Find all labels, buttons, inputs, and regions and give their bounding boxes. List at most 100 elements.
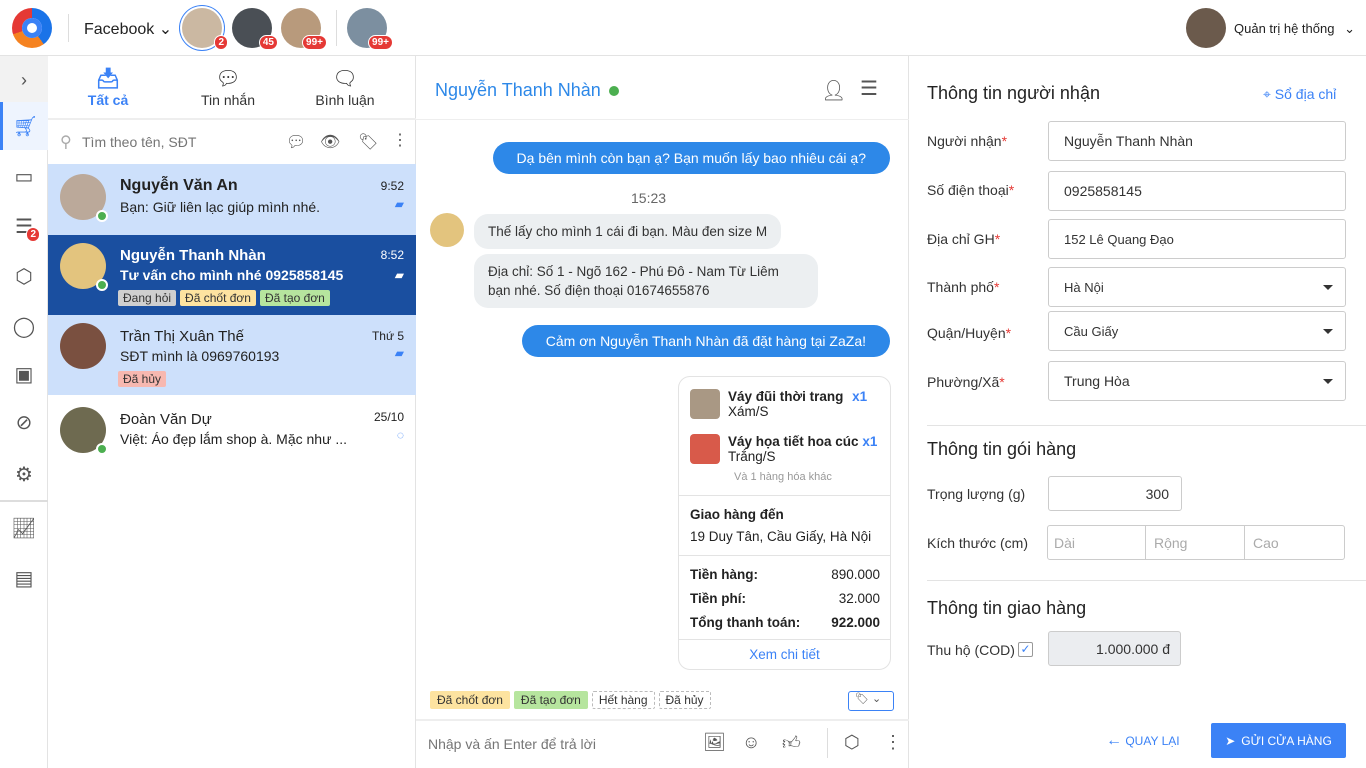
ward-select[interactable]: Trung Hòa <box>1048 361 1346 401</box>
submit-button[interactable]: ➤ GỬI CỬA HÀNG <box>1211 723 1346 758</box>
order-card: Váy đũi thời trang x1 Xám/S Váy họa tiết … <box>678 376 891 670</box>
product-variant: Xám/S <box>728 404 769 419</box>
tab-comments[interactable]: 🗨︎ Bình luận <box>285 66 405 108</box>
tab-all[interactable]: 📥︎ Tất cả <box>48 66 168 108</box>
user-profile-icon[interactable]: 👤︎ <box>821 78 846 103</box>
quick-tag-cancelled[interactable]: Đã hủy <box>658 691 711 709</box>
quick-tag-closed[interactable]: Đã chốt đơn <box>430 691 510 709</box>
weight-input[interactable]: 300 <box>1048 476 1182 511</box>
cod-input[interactable]: 1.000.000 đ <box>1048 631 1181 666</box>
page-avatar[interactable]: 45 <box>232 8 278 50</box>
app-logo[interactable] <box>12 8 52 48</box>
cod-checkbox[interactable]: ✓ <box>1018 642 1033 657</box>
back-button[interactable]: ← QUAY LẠI <box>1106 732 1180 750</box>
notes-badge: 2 <box>26 227 40 242</box>
chevron-down-icon: ⌄ <box>1344 21 1355 36</box>
width-input[interactable]: Rộng <box>1145 525 1245 560</box>
district-select[interactable]: Cầu Giấy <box>1048 311 1346 351</box>
caret-down-icon <box>1323 329 1333 339</box>
left-rail: › 🛒︎ ▭ ☰ 2 ⬡ ◯ ▣ ⊘ ⚙ 📈︎ ▤ <box>0 56 48 768</box>
video-icon[interactable]: ▭ <box>0 152 48 200</box>
tag-dropdown[interactable]: 🏷︎ ⌄ <box>848 691 894 711</box>
user-menu[interactable]: Quản trị hệ thống ⌄ <box>1234 21 1355 37</box>
address-book-link[interactable]: ⌖ Sổ địa chỉ <box>1263 86 1336 103</box>
avatar <box>60 407 108 455</box>
quick-tag-created[interactable]: Đã tạo đơn <box>513 691 588 709</box>
last-message: SĐT mình là 0969760193 <box>120 348 280 364</box>
emoji-icon[interactable]: ☺ <box>742 732 760 753</box>
chart-icon[interactable]: 📈︎ <box>0 504 48 552</box>
box-icon[interactable]: ⬡ <box>0 252 48 300</box>
unread-badge: 2 <box>214 35 228 50</box>
more-icon[interactable]: ⋮ <box>392 130 408 150</box>
length-input[interactable]: Dài <box>1047 525 1146 560</box>
messenger-icon[interactable]: ◯ <box>0 302 48 350</box>
sender-avatar <box>430 213 464 247</box>
like-icon[interactable]: 👍︎ <box>782 732 801 754</box>
unread-badge: 45 <box>258 35 278 50</box>
online-indicator <box>96 210 108 222</box>
quick-tag-out-of-stock[interactable]: Hết hàng <box>591 691 655 709</box>
timestamp: 15:23 <box>631 190 667 206</box>
notes-icon[interactable]: ☰ 2 <box>0 202 48 250</box>
tab-messages[interactable]: 💬︎ Tin nhắn <box>168 66 288 108</box>
field-label: Kích thước (cm) <box>927 535 1029 551</box>
phone-input[interactable]: 0925858145 <box>1048 171 1346 211</box>
total-label: Tổng thanh toán: <box>690 615 801 630</box>
recipient-input[interactable]: Nguyễn Thanh Nhàn <box>1048 121 1346 161</box>
tag-cancelled: Đã hủy <box>118 371 167 387</box>
avatar <box>60 323 106 369</box>
address-input[interactable]: 152 Lê Quang Đạo <box>1048 219 1346 259</box>
channel-label: Facebook <box>84 21 155 38</box>
page-avatar[interactable]: 99+ <box>281 8 327 50</box>
user-name: Quản trị hệ thống <box>1234 21 1335 36</box>
top-bar: Facebook ⌄ 2 45 99+ 99+ Quản trị hệ thốn… <box>0 0 1366 56</box>
view-detail-link[interactable]: Xem chi tiết <box>679 647 890 662</box>
tag-icon[interactable]: 🏷︎ <box>358 132 378 152</box>
expand-icon[interactable]: › <box>0 56 48 104</box>
conversation-item[interactable]: Trần Thị Xuân Thế SĐT mình là 0969760193… <box>48 315 416 395</box>
city-select[interactable]: Hà Nội <box>1048 267 1346 307</box>
page-group-avatar[interactable]: 99+ <box>347 8 393 50</box>
incoming-message: Thế lấy cho mình 1 cái đi bạn. Màu đen s… <box>474 214 782 249</box>
conversation-item[interactable]: Đoàn Văn Dự Việt: Áo đẹp lắm shop à. Mặc… <box>48 395 416 467</box>
field-label: Quận/Huyện* <box>927 325 1012 341</box>
product-name: Váy đũi thời trang <box>728 389 844 404</box>
block-icon[interactable]: ⊘ <box>0 398 48 446</box>
height-input[interactable]: Cao <box>1244 525 1345 560</box>
bot-icon[interactable]: ▣ <box>0 350 48 398</box>
last-message: Bạn: Giữ liên lạc giúp mình nhé. <box>120 199 321 215</box>
search-input[interactable] <box>82 130 272 154</box>
conversation-item[interactable]: Nguyễn Văn An Bạn: Giữ liên lạc giúp mìn… <box>48 164 416 235</box>
report-icon[interactable]: ▤ <box>0 554 48 602</box>
image-icon[interactable]: 🖼︎ <box>703 732 726 753</box>
conversation-item-active[interactable]: Nguyễn Thanh Nhàn Tư vấn cho mình nhé 09… <box>48 235 416 315</box>
more-icon[interactable]: ⋮ <box>884 732 902 753</box>
goods-amount: 890.000 <box>831 567 880 582</box>
fee-amount: 32.000 <box>838 591 880 606</box>
incoming-message: Địa chỉ: Số 1 - Ngõ 162 - Phú Đô - Nam T… <box>474 254 818 308</box>
message-input[interactable] <box>428 732 688 756</box>
tag-closed: Đã chốt đơn <box>180 290 256 306</box>
online-indicator <box>609 86 619 96</box>
settings-icon[interactable]: ⚙ <box>0 450 48 498</box>
last-message: Việt: Áo đẹp lắm shop à. Mặc như ... <box>120 431 348 447</box>
ship-label: Giao hàng đến <box>690 507 784 522</box>
cart-icon[interactable]: 🛒︎ <box>0 102 48 150</box>
divider <box>48 118 416 120</box>
message-icon: ▰ <box>394 197 404 211</box>
message-icon: ▰ <box>394 346 404 360</box>
divider <box>68 14 69 42</box>
outgoing-message: Dạ bên mình còn bạn ạ? Bạn muốn lấy bao … <box>492 142 890 174</box>
chat-filter-icon[interactable]: 💬︎ <box>286 132 306 152</box>
location-pin-icon: ⌖ <box>1263 86 1271 102</box>
user-avatar[interactable] <box>1186 8 1226 48</box>
send-icon: ➤ <box>1225 733 1236 748</box>
list-icon[interactable]: ☰ <box>860 76 878 101</box>
tag-created: Đã tạo đơn <box>259 290 330 306</box>
eye-icon[interactable]: 👁︎ <box>320 132 340 152</box>
channel-select[interactable]: Facebook ⌄ <box>84 19 172 39</box>
page-avatar[interactable]: 2 <box>182 8 228 50</box>
section-title: Thông tin người nhận <box>927 83 1100 103</box>
product-search-icon[interactable]: ⬡ <box>844 732 860 753</box>
